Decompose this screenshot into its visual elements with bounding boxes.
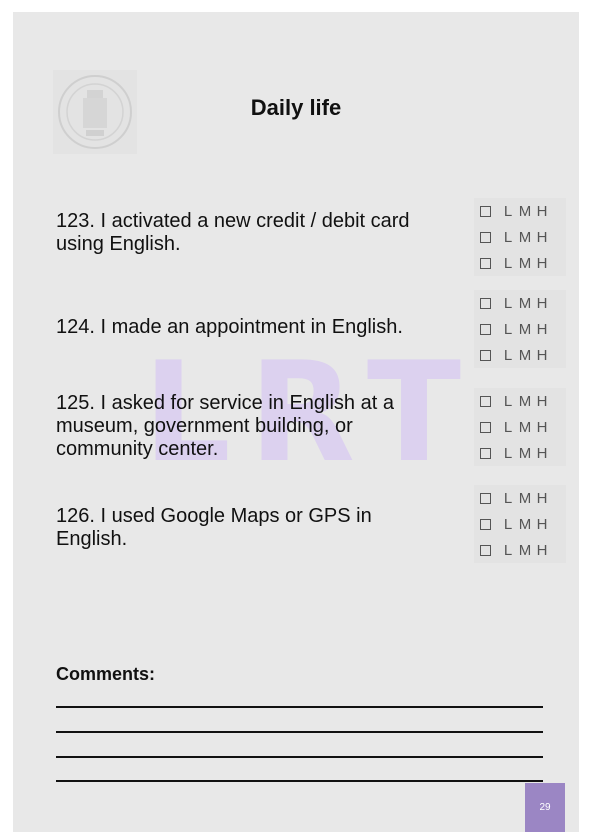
checkbox-icon[interactable] — [480, 421, 491, 433]
rating-group: LMH LMH LMH — [474, 485, 566, 563]
level-h: H — [536, 202, 548, 220]
rating-row[interactable]: LMH — [474, 198, 566, 224]
question-text: 125. I asked for service in English at a… — [56, 392, 394, 460]
checkbox-icon[interactable] — [480, 231, 491, 243]
level-h: H — [536, 392, 548, 410]
page-title: Daily life — [250, 95, 342, 120]
question-item: 124. I made an appointment in English. — [56, 316, 466, 339]
question-item: 125. I asked for service in English at a… — [56, 392, 451, 461]
checkbox-icon[interactable] — [480, 492, 491, 504]
level-m: M — [518, 202, 532, 220]
rating-row[interactable]: LMH — [474, 440, 566, 466]
level-l: L — [503, 418, 513, 436]
level-h: H — [536, 254, 548, 272]
level-m: M — [518, 541, 532, 559]
level-m: M — [518, 444, 532, 462]
checkbox-icon[interactable] — [480, 205, 491, 217]
page-number: 29 — [539, 802, 551, 813]
checkbox-icon[interactable] — [480, 447, 491, 459]
level-m: M — [518, 489, 532, 507]
level-m: M — [518, 418, 532, 436]
comment-line[interactable] — [56, 780, 543, 782]
checkbox-icon[interactable] — [480, 544, 491, 556]
level-m: M — [518, 254, 532, 272]
level-l: L — [503, 254, 513, 272]
question-item: 123. I activated a new credit / debit ca… — [56, 210, 456, 256]
rating-row[interactable]: LMH — [474, 224, 566, 250]
question-text: 123. I activated a new credit / debit ca… — [56, 210, 410, 255]
level-l: L — [503, 202, 513, 220]
level-l: L — [503, 444, 513, 462]
level-l: L — [503, 346, 513, 364]
level-h: H — [536, 294, 548, 312]
rating-row[interactable]: LMH — [474, 250, 566, 276]
checkbox-icon[interactable] — [480, 297, 491, 309]
level-h: H — [536, 418, 548, 436]
rating-row[interactable]: LMH — [474, 342, 566, 368]
checkbox-icon[interactable] — [480, 257, 491, 269]
rating-row[interactable]: LMH — [474, 537, 566, 563]
question-text: 124. I made an appointment in English. — [56, 316, 403, 338]
level-l: L — [503, 515, 513, 533]
checkbox-icon[interactable] — [480, 518, 491, 530]
level-m: M — [518, 392, 532, 410]
rating-group: LMH LMH LMH — [474, 198, 566, 276]
level-h: H — [536, 444, 548, 462]
level-l: L — [503, 294, 513, 312]
level-h: H — [536, 541, 548, 559]
rating-row[interactable]: LMH — [474, 485, 566, 511]
level-h: H — [536, 320, 548, 338]
level-h: H — [536, 346, 548, 364]
level-m: M — [518, 515, 532, 533]
level-m: M — [518, 346, 532, 364]
rating-row[interactable]: LMH — [474, 414, 566, 440]
rating-row[interactable]: LMH — [474, 316, 566, 342]
level-h: H — [536, 515, 548, 533]
page-number-badge: 29 — [525, 783, 565, 832]
level-l: L — [503, 541, 513, 559]
level-l: L — [503, 489, 513, 507]
comments-label: Comments: — [56, 664, 156, 684]
question-item: 126. I used Google Maps or GPS in Englis… — [56, 505, 426, 551]
comment-line[interactable] — [56, 756, 543, 758]
rating-row[interactable]: LMH — [474, 388, 566, 414]
level-l: L — [503, 392, 513, 410]
level-h: H — [536, 489, 548, 507]
checkbox-icon[interactable] — [480, 323, 491, 335]
level-l: L — [503, 320, 513, 338]
checkbox-icon[interactable] — [480, 395, 491, 407]
comment-line[interactable] — [56, 731, 543, 733]
rating-group: LMH LMH LMH — [474, 388, 566, 466]
level-m: M — [518, 294, 532, 312]
rating-row[interactable]: LMH — [474, 290, 566, 316]
level-l: L — [503, 228, 513, 246]
rating-row[interactable]: LMH — [474, 511, 566, 537]
rating-group: LMH LMH LMH — [474, 290, 566, 368]
question-text: 126. I used Google Maps or GPS in Englis… — [56, 505, 372, 550]
worksheet-page: Daily life LRT 123. I activated a new cr… — [13, 12, 579, 832]
checkbox-icon[interactable] — [480, 349, 491, 361]
level-m: M — [518, 320, 532, 338]
level-m: M — [518, 228, 532, 246]
comment-line[interactable] — [56, 706, 543, 708]
level-h: H — [536, 228, 548, 246]
